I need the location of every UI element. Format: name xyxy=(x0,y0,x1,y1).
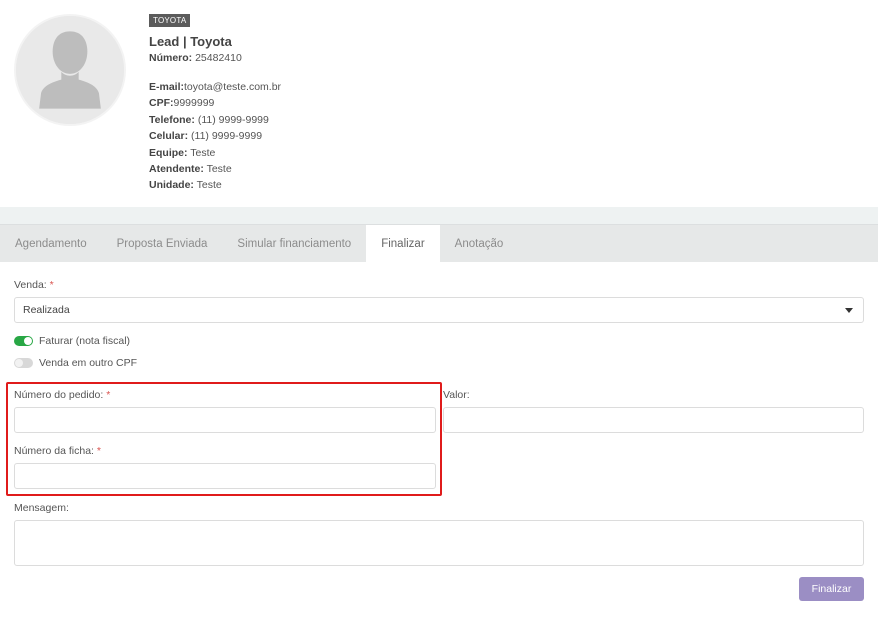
info-unidade: Unidade: Teste xyxy=(149,177,281,193)
section-divider xyxy=(0,207,878,224)
info-label: Telefone: xyxy=(149,113,195,126)
info-value: 9999999 xyxy=(173,97,215,110)
info-label: Atendente: xyxy=(149,163,204,176)
mensagem-textarea[interactable] xyxy=(14,520,864,566)
info-value: (11) 9999-9999 xyxy=(197,113,269,126)
mensagem-label: Mensagem: xyxy=(14,502,69,514)
tab-proposta-enviada[interactable]: Proposta Enviada xyxy=(102,225,223,263)
lead-profile-header: TOYOTA Lead | Toyota Número: 25482410 E-… xyxy=(0,0,878,207)
info-value: (11) 9999-9999 xyxy=(191,130,263,143)
required-mark: * xyxy=(49,279,54,291)
lead-number: Número: 25482410 xyxy=(149,52,242,64)
info-label: Equipe: xyxy=(149,146,188,159)
faturar-toggle-label: Faturar (nota fiscal) xyxy=(39,335,131,347)
venda-select-value: Realizada xyxy=(23,304,70,316)
info-label: Celular: xyxy=(149,130,189,143)
info-celular: Celular: (11) 9999-9999 xyxy=(149,128,281,144)
info-value: Teste xyxy=(190,146,216,159)
tab-simular-financiamento[interactable]: Simular financiamento xyxy=(222,225,366,263)
info-cpf: CPF:9999999 xyxy=(149,95,281,111)
valor-label: Valor: xyxy=(443,389,470,401)
lead-number-label: Número: xyxy=(149,52,193,64)
faturar-toggle[interactable] xyxy=(14,336,33,346)
info-label: CPF: xyxy=(149,97,174,110)
info-atendente: Atendente: Teste xyxy=(149,161,281,177)
info-equipe: Equipe: Teste xyxy=(149,145,281,161)
contact-info-list: E-mail:toyota@teste.com.br CPF:9999999 T… xyxy=(149,79,281,194)
info-value: Teste xyxy=(196,179,222,192)
tab-finalizar[interactable]: Finalizar xyxy=(366,225,440,263)
venda-select[interactable]: Realizada xyxy=(14,297,864,323)
brand-badge: TOYOTA xyxy=(149,14,191,27)
info-email: E-mail:toyota@teste.com.br xyxy=(149,79,281,95)
avatar xyxy=(14,14,126,126)
outro-cpf-toggle-label: Venda em outro CPF xyxy=(39,357,138,369)
info-label: Unidade: xyxy=(149,179,194,192)
venda-label-text: Venda: xyxy=(14,279,47,291)
info-telefone: Telefone: (11) 9999-9999 xyxy=(149,112,281,128)
venda-label: Venda: * xyxy=(14,279,54,291)
toggle-knob xyxy=(15,359,23,367)
tab-anotacao[interactable]: Anotação xyxy=(440,225,519,263)
info-value: Teste xyxy=(206,163,232,176)
tab-bar: Agendamento Proposta Enviada Simular fin… xyxy=(0,224,878,263)
outro-cpf-toggle[interactable] xyxy=(14,358,33,368)
info-label: E-mail: xyxy=(149,81,185,93)
lead-title: Lead | Toyota xyxy=(149,34,232,49)
chevron-down-icon xyxy=(845,308,853,313)
user-silhouette-icon xyxy=(16,16,124,124)
lead-number-value: 25482410 xyxy=(195,52,242,64)
tab-agendamento[interactable]: Agendamento xyxy=(0,225,102,263)
outro-cpf-toggle-row: Venda em outro CPF xyxy=(14,357,137,369)
info-value: toyota@teste.com.br xyxy=(184,81,282,93)
toggle-knob xyxy=(24,337,32,345)
valor-input[interactable] xyxy=(443,407,864,433)
highlight-box xyxy=(6,382,442,496)
faturar-toggle-row: Faturar (nota fiscal) xyxy=(14,335,130,347)
finalizar-button[interactable]: Finalizar xyxy=(799,577,864,601)
